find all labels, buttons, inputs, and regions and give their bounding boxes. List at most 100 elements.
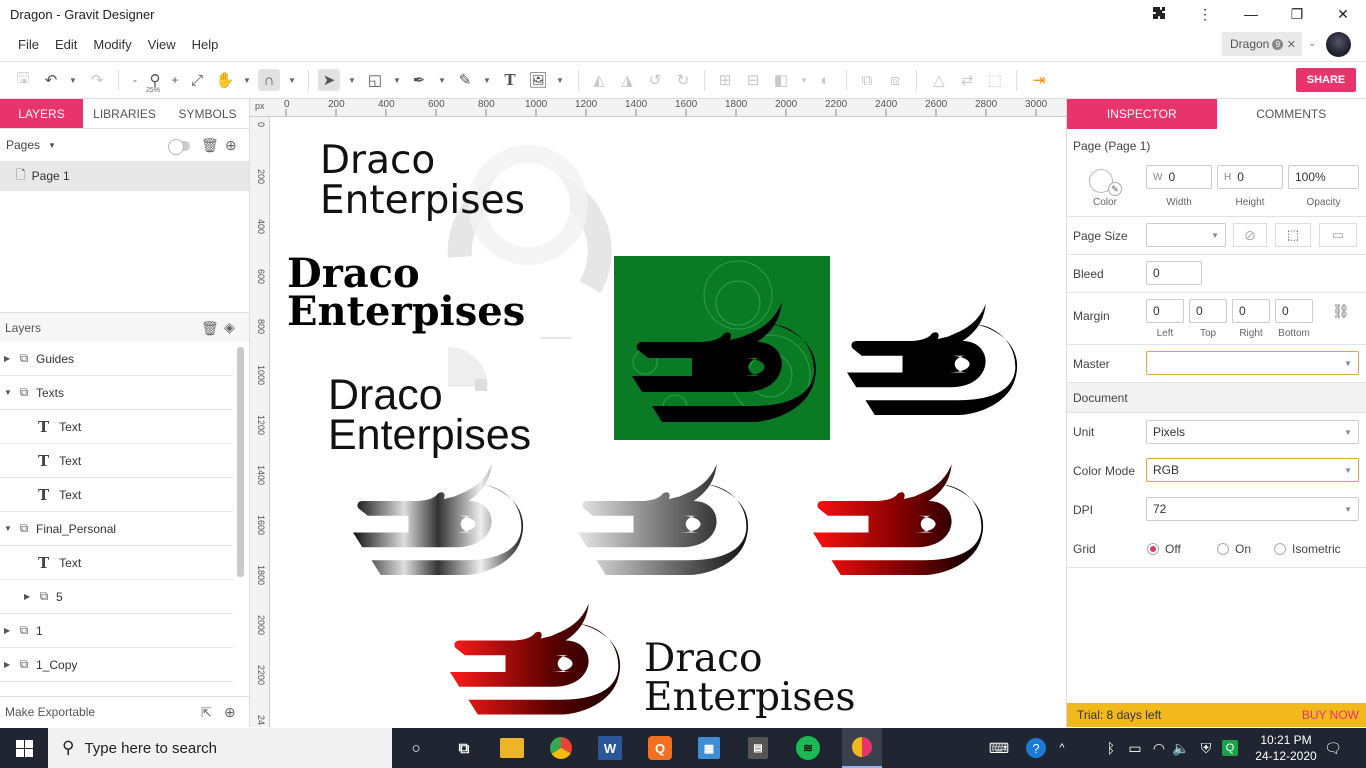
bluetooth-icon[interactable]: ᛒ [1102, 728, 1120, 768]
buy-now-link[interactable]: BUY NOW [1302, 708, 1359, 722]
expand-icon[interactable]: ▶ [4, 626, 14, 635]
snap-magnet-icon[interactable]: ∩ [258, 69, 280, 91]
word-icon[interactable]: W [598, 736, 622, 760]
clock[interactable]: 10:21 PM 24-12-2020 [1252, 732, 1320, 764]
opacity-field[interactable]: 100% [1288, 165, 1359, 189]
notifications-icon[interactable]: 🗨 [1322, 728, 1344, 768]
zoom-in-icon[interactable]: + [164, 69, 186, 91]
unit-select[interactable]: Pixels ▼ [1146, 420, 1359, 444]
ruler-top[interactable]: px 0 200 400 600 800 1000 1200 1400 1600… [250, 99, 1066, 117]
tab-layers[interactable]: LAYERS [0, 99, 83, 128]
dpi-select[interactable]: 72 ▼ [1146, 497, 1359, 521]
redo-icon[interactable]: ↷ [86, 69, 108, 91]
layer-row[interactable]: T Text [0, 478, 233, 512]
keyboard-icon[interactable]: ⌨ [988, 728, 1010, 768]
wordmark-3[interactable]: Draco Enterpises [328, 374, 531, 457]
page-size-select[interactable]: ▼ [1146, 223, 1226, 247]
margin-top-field[interactable]: 0 [1189, 299, 1227, 323]
delete-layer-icon[interactable]: 🗑 [201, 320, 219, 337]
page-frame-icon[interactable]: ⬚ [1275, 223, 1311, 247]
wordmark-1[interactable]: Draco Enterpises [320, 141, 525, 221]
export-settings-icon[interactable]: ⇱ [201, 705, 212, 721]
tab-inspector[interactable]: INSPECTOR [1067, 99, 1217, 129]
slice-icon[interactable]: ⬚ [984, 69, 1006, 91]
mask-icon[interactable]: ◐ [814, 69, 836, 91]
group-icon[interactable]: ⊞ [714, 69, 736, 91]
shape-caret-icon[interactable]: ▼ [393, 76, 401, 85]
layer-row[interactable]: ▶ ⧉ 5 [0, 580, 233, 614]
layer-row[interactable]: ▶ ⧉ 1 [0, 614, 233, 648]
arrange-caret-icon[interactable]: ▼ [800, 76, 808, 85]
layer-row[interactable]: T Text [0, 546, 233, 580]
orientation-icon[interactable]: ⊘ [1233, 223, 1267, 247]
tabs-chevron-icon[interactable]: ⌄ [1308, 38, 1316, 49]
margin-left-field[interactable]: 0 [1146, 299, 1184, 323]
start-button[interactable] [0, 728, 48, 768]
margin-right-field[interactable]: 0 [1232, 299, 1270, 323]
grid-off-radio[interactable] [1147, 543, 1159, 555]
wordmark-4[interactable]: Draco Enterpises [644, 639, 856, 717]
bool-subtract-icon[interactable]: ⧈ [884, 69, 906, 91]
image-tool-icon[interactable]: 🖼 [527, 69, 549, 91]
battery-icon[interactable]: ▭ [1126, 728, 1144, 768]
pen-caret-icon[interactable]: ▼ [438, 76, 446, 85]
arrange-icon[interactable]: ◧ [770, 69, 792, 91]
q-tray-icon[interactable]: Q [1220, 728, 1240, 768]
pages-caret-icon[interactable]: ▼ [48, 141, 56, 150]
layer-row[interactable]: T Text [0, 410, 233, 444]
extensions-icon[interactable] [1136, 0, 1182, 28]
taskbar-search[interactable]: ⚲ Type here to search [48, 728, 392, 768]
store-icon[interactable]: ▦ [698, 737, 720, 759]
add-page-icon[interactable]: ⊕ [225, 137, 237, 154]
calculator-icon[interactable]: ▤ [748, 737, 768, 759]
expand-icon[interactable]: ▶ [4, 354, 14, 363]
layer-row[interactable]: ▶ ⧉ 1_Copy [0, 648, 233, 682]
link-margins-icon[interactable]: ⛓ [1332, 303, 1350, 320]
add-layer-icon[interactable]: ◈ [224, 319, 235, 336]
security-icon[interactable]: ⛨ [1196, 728, 1216, 768]
collapse-icon[interactable]: ▼ [4, 524, 14, 533]
cortana-icon[interactable]: ○ [402, 734, 430, 762]
chrome-icon[interactable] [550, 737, 572, 759]
pencil-tool-icon[interactable]: ✎ [454, 69, 476, 91]
flip-horizontal-icon[interactable]: ◭ [588, 69, 610, 91]
undo-caret-icon[interactable]: ▼ [69, 76, 77, 85]
color-mode-select[interactable]: RGB ▼ [1146, 458, 1359, 482]
hand-caret-icon[interactable]: ▼ [243, 76, 251, 85]
layers-scrollbar[interactable] [237, 347, 244, 577]
task-view-icon[interactable]: ⧉ [450, 734, 478, 762]
master-select[interactable]: ▼ [1146, 351, 1359, 375]
pointer-tool-icon[interactable]: ➤ [318, 69, 340, 91]
file-explorer-icon[interactable] [500, 738, 524, 758]
image-caret-icon[interactable]: ▼ [556, 76, 564, 85]
grid-isometric-radio[interactable] [1274, 543, 1286, 555]
rotate-right-icon[interactable]: ↻ [672, 69, 694, 91]
expand-icon[interactable]: ▶ [24, 592, 34, 601]
share-button[interactable]: SHARE [1296, 68, 1356, 92]
menu-file[interactable]: File [10, 28, 47, 62]
collapse-icon[interactable]: ▼ [4, 388, 14, 397]
rotate-left-icon[interactable]: ↺ [644, 69, 666, 91]
fit-screen-icon[interactable]: ⤢ [186, 69, 208, 91]
width-field[interactable]: W 0 [1146, 165, 1212, 189]
shape-tool-icon[interactable]: ◱ [364, 69, 386, 91]
export-icon[interactable]: ⇥ [1028, 69, 1050, 91]
page-layout-icon[interactable]: ▭ [1319, 223, 1357, 247]
ungroup-icon[interactable]: ⊟ [742, 69, 764, 91]
pointer-caret-icon[interactable]: ▼ [348, 76, 356, 85]
more-options-icon[interactable]: ⋮ [1182, 0, 1228, 28]
menu-view[interactable]: View [140, 28, 184, 62]
add-export-icon[interactable]: ⊕ [224, 704, 236, 721]
page-item[interactable]: 🗋 Page 1 [0, 161, 249, 191]
close-tab-icon[interactable]: ✕ [1287, 38, 1296, 51]
restore-button[interactable]: ❐ [1274, 0, 1320, 28]
hand-tool-icon[interactable]: ✋ [214, 69, 236, 91]
margin-bottom-field[interactable]: 0 [1275, 299, 1313, 323]
repeat-grid-icon[interactable]: ⇄ [956, 69, 978, 91]
snap-caret-icon[interactable]: ▼ [288, 76, 296, 85]
menu-edit[interactable]: Edit [47, 28, 85, 62]
ruler-left[interactable]: 0 200 400 600 800 1000 1200 1400 1600 18… [250, 117, 270, 727]
tab-libraries[interactable]: LIBRARIES [83, 99, 166, 128]
expand-icon[interactable]: ▶ [4, 660, 14, 669]
pen-tool-icon[interactable]: ✒ [408, 69, 430, 91]
